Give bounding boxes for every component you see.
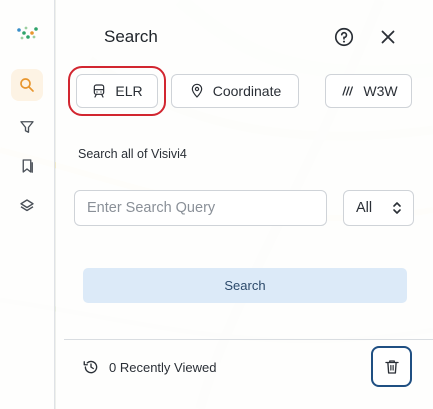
visivi-logo-icon[interactable] — [16, 24, 40, 44]
search-button[interactable]: Search — [83, 268, 407, 303]
search-panel: Search ELR Coordinate W3W Search all of … — [56, 0, 433, 409]
scope-select[interactable]: All — [343, 190, 414, 226]
nav-bookmarks-button[interactable] — [11, 150, 43, 182]
recently-viewed-label: 0 Recently Viewed — [109, 359, 217, 375]
bookmarks-icon — [22, 159, 33, 173]
search-input[interactable] — [74, 190, 327, 226]
elr-mode-button[interactable]: ELR — [68, 66, 166, 116]
close-button[interactable] — [375, 24, 401, 50]
search-icon — [20, 78, 34, 92]
nav-layers-button[interactable] — [11, 190, 43, 222]
chevron-up-down-icon — [393, 202, 401, 214]
help-button[interactable] — [331, 24, 357, 50]
panel-title: Search — [104, 27, 158, 46]
divider — [64, 339, 433, 340]
w3w-mode-label: W3W — [363, 83, 398, 99]
train-icon — [94, 84, 105, 98]
scope-select-value: All — [356, 200, 373, 216]
elr-mode-label: ELR — [115, 83, 143, 99]
filter-icon — [20, 121, 34, 133]
w3w-mode-button[interactable]: W3W — [325, 74, 412, 108]
map-pin-icon — [191, 83, 203, 98]
search-scope-heading: Search all of Visivi4 — [78, 147, 187, 161]
nav-search-button[interactable] — [11, 69, 43, 101]
recently-viewed[interactable]: 0 Recently Viewed — [82, 358, 216, 376]
help-circle-icon — [334, 27, 354, 47]
coordinate-mode-label: Coordinate — [212, 83, 282, 99]
clear-recent-button[interactable] — [371, 346, 412, 387]
coordinate-mode-button[interactable]: Coordinate — [171, 74, 299, 108]
nav-filter-button[interactable] — [11, 111, 43, 143]
close-icon — [381, 30, 395, 44]
left-nav-rail — [0, 0, 55, 409]
history-icon — [83, 360, 98, 374]
trash-icon — [384, 359, 399, 374]
w3w-slashes-icon — [342, 86, 354, 96]
layers-icon — [20, 199, 34, 212]
